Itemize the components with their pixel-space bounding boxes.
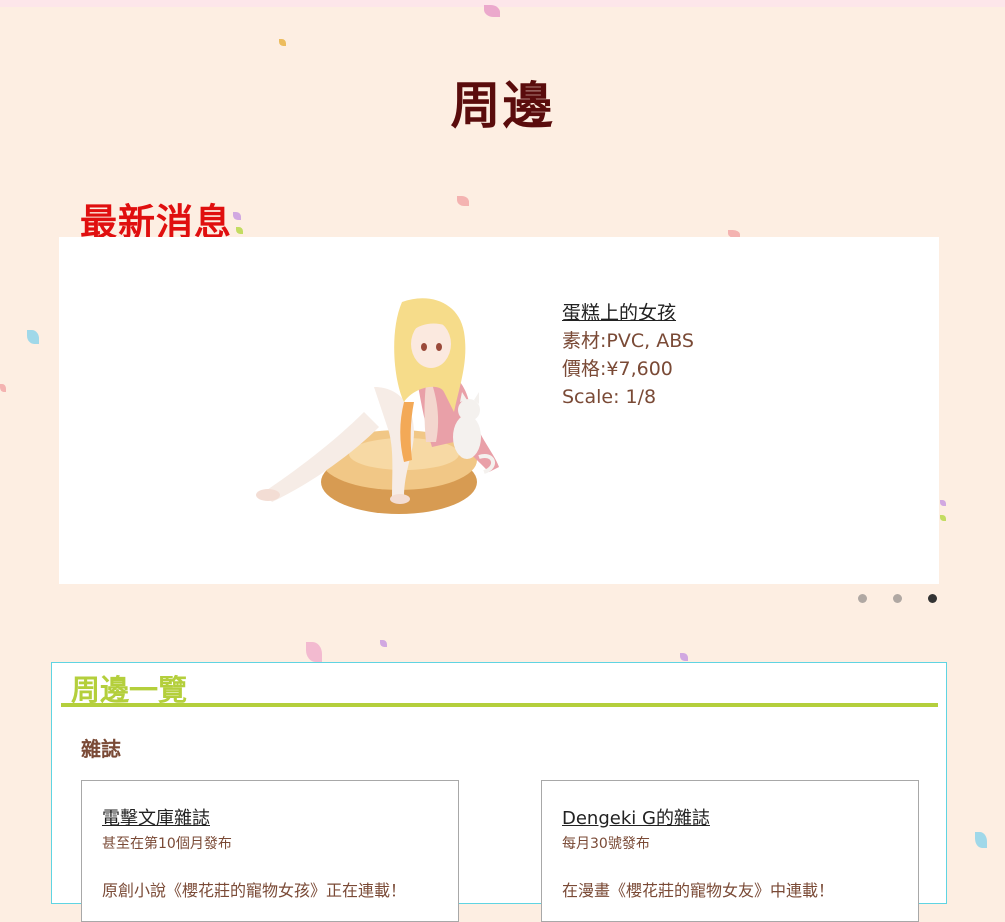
product-link[interactable]: 蛋糕上的女孩 bbox=[562, 299, 694, 327]
carousel-dots bbox=[858, 594, 937, 603]
magazine-section-label: 雜誌 bbox=[81, 737, 121, 761]
page-title: 周邊 bbox=[450, 76, 555, 135]
petal-decoration bbox=[457, 196, 469, 206]
magazine-card-title-link[interactable]: Dengeki G的雜誌 bbox=[562, 804, 710, 830]
carousel-dot-2[interactable] bbox=[893, 594, 902, 603]
petal-decoration bbox=[975, 832, 987, 848]
magazine-card-description: 在漫畫《櫻花莊的寵物女友》中連載！ bbox=[562, 881, 835, 900]
petal-decoration bbox=[27, 330, 39, 344]
news-carousel-slide: 蛋糕上的女孩 素材:PVC, ABS 價格:¥7,600 Scale: 1/8 bbox=[59, 237, 939, 584]
petal-decoration bbox=[236, 227, 243, 234]
magazine-card-subtitle: 甚至在第10個月發布 bbox=[102, 836, 232, 852]
heading-divider bbox=[61, 703, 938, 707]
carousel-dot-3[interactable] bbox=[928, 594, 937, 603]
petal-decoration bbox=[0, 384, 6, 392]
goods-list-section: 周邊一覽 雜誌 電擊文庫雜誌 甚至在第10個月發布 原創小說《櫻花莊的寵物女孩》… bbox=[51, 662, 947, 922]
petal-decoration bbox=[680, 653, 688, 661]
magazine-card-subtitle: 每月30號發布 bbox=[562, 836, 650, 852]
product-material: 素材:PVC, ABS bbox=[562, 330, 694, 352]
petal-decoration bbox=[940, 500, 946, 506]
product-price: 價格:¥7,600 bbox=[562, 358, 673, 380]
slide-info: 蛋糕上的女孩 素材:PVC, ABS 價格:¥7,600 Scale: 1/8 bbox=[562, 299, 694, 411]
petal-decoration bbox=[233, 212, 241, 220]
petal-decoration bbox=[380, 640, 387, 647]
magazine-card: 電擊文庫雜誌 甚至在第10個月發布 原創小說《櫻花莊的寵物女孩》正在連載！ bbox=[81, 780, 459, 922]
figure-product-image bbox=[256, 298, 499, 514]
magazine-card: Dengeki G的雜誌 每月30號發布 在漫畫《櫻花莊的寵物女友》中連載！ bbox=[541, 780, 919, 922]
magazine-card-title-link[interactable]: 電擊文庫雜誌 bbox=[102, 804, 210, 830]
magazine-card-description: 原創小說《櫻花莊的寵物女孩》正在連載！ bbox=[102, 881, 407, 900]
product-scale: Scale: 1/8 bbox=[562, 386, 657, 408]
petal-decoration bbox=[306, 642, 322, 662]
petal-decoration bbox=[940, 515, 946, 521]
top-strip bbox=[0, 0, 1005, 7]
petal-decoration bbox=[279, 39, 286, 46]
petal-decoration bbox=[484, 5, 500, 17]
carousel-dot-1[interactable] bbox=[858, 594, 867, 603]
